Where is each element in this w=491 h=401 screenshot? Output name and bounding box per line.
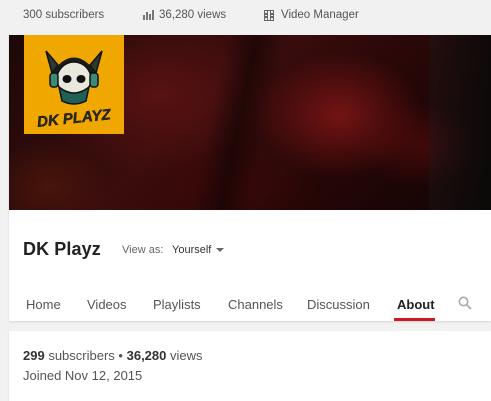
about-separator: •	[118, 348, 123, 363]
video-manager-label: Video Manager	[281, 9, 359, 21]
channel-header-card: DK PLAYZ DK Playz View as: Yourself Home…	[9, 35, 491, 321]
about-subscriber-word: subscribers	[48, 348, 115, 363]
view-count-label: 36,280 views	[159, 9, 227, 21]
search-icon[interactable]	[458, 296, 472, 310]
video-manager-icon	[264, 9, 274, 21]
tab-channels[interactable]: Channels	[228, 297, 283, 312]
view-as-dropdown[interactable]: Yourself	[172, 244, 225, 256]
channel-tabs: Home Videos Playlists Channels Discussio…	[9, 291, 491, 321]
about-stats: 299 subscribers • 36,280 views	[23, 348, 203, 363]
view-as-label: View as:	[122, 244, 164, 256]
view-as-value: Yourself	[172, 244, 212, 256]
about-subscriber-count: 299	[23, 348, 45, 363]
about-view-count: 36,280	[126, 348, 167, 363]
bar-chart-icon	[143, 10, 154, 20]
about-view-word: views	[170, 348, 203, 363]
subscriber-count-label: 300 subscribers	[23, 9, 105, 21]
skull-logo-icon: DK PLAYZ	[24, 35, 124, 134]
channel-stats-bar: 300 subscribers 36,280 views Video Manag…	[0, 0, 491, 34]
tab-about[interactable]: About	[397, 297, 435, 312]
chevron-down-icon	[216, 248, 225, 252]
tab-home[interactable]: Home	[26, 297, 61, 312]
channel-avatar[interactable]: DK PLAYZ	[24, 35, 124, 134]
tab-videos[interactable]: Videos	[87, 297, 127, 312]
tab-discussion[interactable]: Discussion	[307, 297, 370, 312]
joined-date: Joined Nov 12, 2015	[23, 368, 143, 383]
tab-playlists[interactable]: Playlists	[153, 297, 201, 312]
video-manager-link[interactable]: Video Manager	[264, 9, 359, 21]
about-stats-card: 299 subscribers • 36,280 views Joined No…	[9, 331, 491, 401]
channel-title: DK Playz	[23, 239, 101, 259]
view-count: 36,280 views	[143, 9, 226, 21]
subscriber-count: 300 subscribers	[23, 9, 104, 21]
active-tab-indicator	[394, 318, 435, 321]
